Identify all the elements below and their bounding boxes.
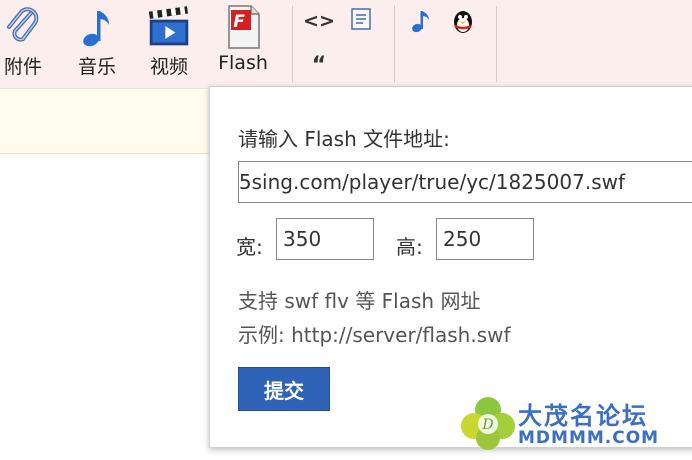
clapperboard-icon: [147, 4, 191, 50]
submit-button[interactable]: 提交: [238, 367, 330, 411]
watermark-cn: 大茂名论坛: [518, 402, 648, 430]
music-note-small-icon[interactable]: [408, 8, 434, 34]
watermark-en: MDMMM.COM: [518, 428, 660, 448]
forum-watermark: D 大茂名论坛 MDMMM.COM: [460, 394, 692, 460]
attachment-label: 附件: [3, 56, 42, 78]
height-label: 高:: [396, 235, 423, 259]
video-label: 视频: [149, 56, 188, 78]
editor-toolbar: 附件 音乐 视频 Flash F <> “: [0, 0, 692, 89]
svg-text:D: D: [481, 417, 493, 433]
toolbar-separator: [394, 6, 395, 82]
example-hint: 示例: http://server/flash.swf: [238, 323, 511, 347]
height-input[interactable]: [436, 218, 534, 260]
toolbar-separator: [292, 6, 293, 82]
flash-file-icon: [221, 4, 265, 50]
support-hint: 支持 swf flv 等 Flash 网址: [238, 289, 481, 313]
video-button[interactable]: 视频: [140, 4, 198, 84]
music-label: 音乐: [77, 56, 116, 78]
paperclip-icon: [1, 4, 45, 50]
flash-button[interactable]: Flash: [214, 4, 272, 84]
music-note-icon: [75, 4, 119, 50]
quote-icon[interactable]: “: [306, 52, 332, 78]
popup-title: 请输入 Flash 文件地址:: [238, 127, 450, 151]
clover-logo-icon: D: [460, 396, 516, 452]
document-icon[interactable]: [348, 6, 374, 32]
width-label: 宽:: [236, 235, 263, 259]
width-input[interactable]: [276, 218, 374, 260]
attachment-button[interactable]: 附件: [0, 4, 52, 84]
code-icon[interactable]: <>: [303, 8, 335, 34]
flash-label: Flash: [218, 52, 268, 74]
music-button[interactable]: 音乐: [68, 4, 126, 84]
toolbar-separator: [496, 6, 497, 82]
flash-url-input[interactable]: [238, 161, 692, 203]
qq-penguin-icon[interactable]: [450, 8, 476, 34]
